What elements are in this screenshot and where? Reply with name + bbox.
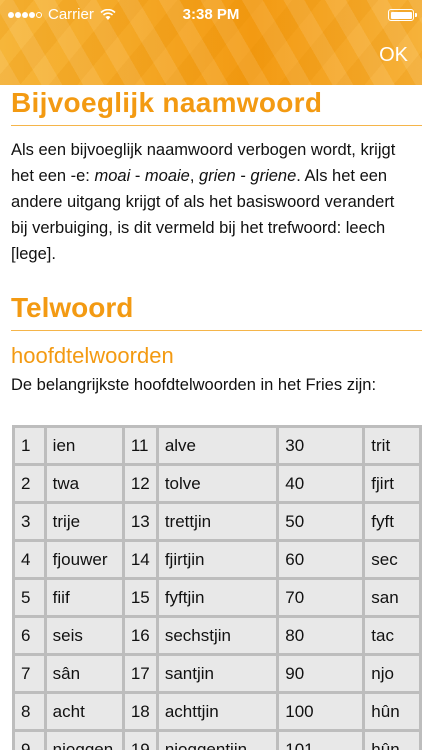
header-bar: Carrier 3:38 PM OK — [0, 0, 422, 85]
word-cell: ien — [46, 428, 122, 463]
number-cell: 18 — [124, 694, 156, 729]
table-row: 7 sân 17 santjin 90 njo — [15, 656, 419, 691]
example-word: griene — [250, 167, 297, 185]
word-cell: seis — [46, 618, 122, 653]
heading-divider — [11, 125, 422, 126]
word-cell: achttjin — [158, 694, 277, 729]
word-cell: trit — [365, 428, 419, 463]
number-cell: 50 — [279, 504, 363, 539]
section-divider — [11, 330, 422, 331]
ok-button[interactable]: OK — [379, 44, 408, 67]
number-cell: 70 — [279, 580, 363, 615]
number-cell: 2 — [15, 466, 44, 501]
word-cell: hûn — [365, 732, 419, 750]
table-row: 9 njoggen 19 njoggentjin 101 hûn — [15, 732, 419, 750]
table-row: 2 twa 12 tolve 40 fjirt — [15, 466, 419, 501]
table-row: 6 seis 16 sechstjin 80 tac — [15, 618, 419, 653]
number-cell: 11 — [124, 428, 156, 463]
number-cell: 17 — [124, 656, 156, 691]
word-cell: fyft — [365, 504, 419, 539]
number-cell: 30 — [279, 428, 363, 463]
number-cell: 101 — [279, 732, 363, 750]
number-cell: 3 — [15, 504, 44, 539]
word-cell: trettjin — [158, 504, 277, 539]
separator: , — [189, 167, 200, 185]
example-word: grien — [199, 167, 236, 185]
word-cell: alve — [158, 428, 277, 463]
number-cell: 9 — [15, 732, 44, 750]
number-cell: 14 — [124, 542, 156, 577]
content-area[interactable]: Bijvoeglijk naamwoord Als een bijvoeglij… — [0, 85, 422, 750]
number-cell: 100 — [279, 694, 363, 729]
number-cell: 1 — [15, 428, 44, 463]
word-cell: santjin — [158, 656, 277, 691]
word-cell: njo — [365, 656, 419, 691]
word-cell: fjirtjin — [158, 542, 277, 577]
number-cell: 5 — [15, 580, 44, 615]
word-cell: acht — [46, 694, 122, 729]
number-cell: 60 — [279, 542, 363, 577]
page-title: Bijvoeglijk naamwoord — [11, 87, 323, 118]
number-cell: 16 — [124, 618, 156, 653]
word-cell: twa — [46, 466, 122, 501]
number-cell: 12 — [124, 466, 156, 501]
status-time: 3:38 PM — [182, 6, 240, 23]
sub-heading: hoofdtelwoorden — [11, 343, 174, 368]
number-cell: 80 — [279, 618, 363, 653]
number-cell: 90 — [279, 656, 363, 691]
number-cell: 8 — [15, 694, 44, 729]
word-cell: trije — [46, 504, 122, 539]
table-row: 1 ien 11 alve 30 trit — [15, 428, 419, 463]
table-row: 4 fjouwer 14 fjirtjin 60 sec — [15, 542, 419, 577]
word-cell: tolve — [158, 466, 277, 501]
number-cell: 7 — [15, 656, 44, 691]
word-cell: sec — [365, 542, 419, 577]
word-cell: san — [365, 580, 419, 615]
number-cell: 6 — [15, 618, 44, 653]
section-heading: Telwoord — [11, 292, 134, 323]
word-cell: fjirt — [365, 466, 419, 501]
number-cell: 13 — [124, 504, 156, 539]
word-cell: fjouwer — [46, 542, 122, 577]
status-bar: Carrier 3:38 PM — [0, 0, 422, 30]
intro-text: De belangrijkste hoofdtelwoorden in het … — [11, 376, 377, 394]
word-cell: hûn — [365, 694, 419, 729]
battery-icon — [388, 9, 417, 21]
word-cell: sechstjin — [158, 618, 277, 653]
word-cell: njoggen — [46, 732, 122, 750]
example-word: moai — [94, 167, 131, 185]
word-cell: njoggentjin — [158, 732, 277, 750]
numbers-table: 1 ien 11 alve 30 trit 2 twa 12 tolve 40 fjirt 3 trije… — [12, 425, 422, 750]
number-cell: 15 — [124, 580, 156, 615]
word-cell: fiif — [46, 580, 122, 615]
table-row: 5 fiif 15 fyftjin 70 san — [15, 580, 419, 615]
separator: - — [130, 167, 145, 185]
number-cell: 19 — [124, 732, 156, 750]
word-cell: fyftjin — [158, 580, 277, 615]
table-row: 3 trije 13 trettjin 50 fyft — [15, 504, 419, 539]
table-row: 8 acht 18 achttjin 100 hûn — [15, 694, 419, 729]
number-cell: 40 — [279, 466, 363, 501]
adjective-paragraph: Als een bijvoeglijk naamwoord verbogen w… — [11, 137, 411, 267]
word-cell: sân — [46, 656, 122, 691]
example-word: moaie — [144, 167, 190, 185]
number-cell: 4 — [15, 542, 44, 577]
word-cell: tac — [365, 618, 419, 653]
separator: - — [235, 167, 251, 185]
